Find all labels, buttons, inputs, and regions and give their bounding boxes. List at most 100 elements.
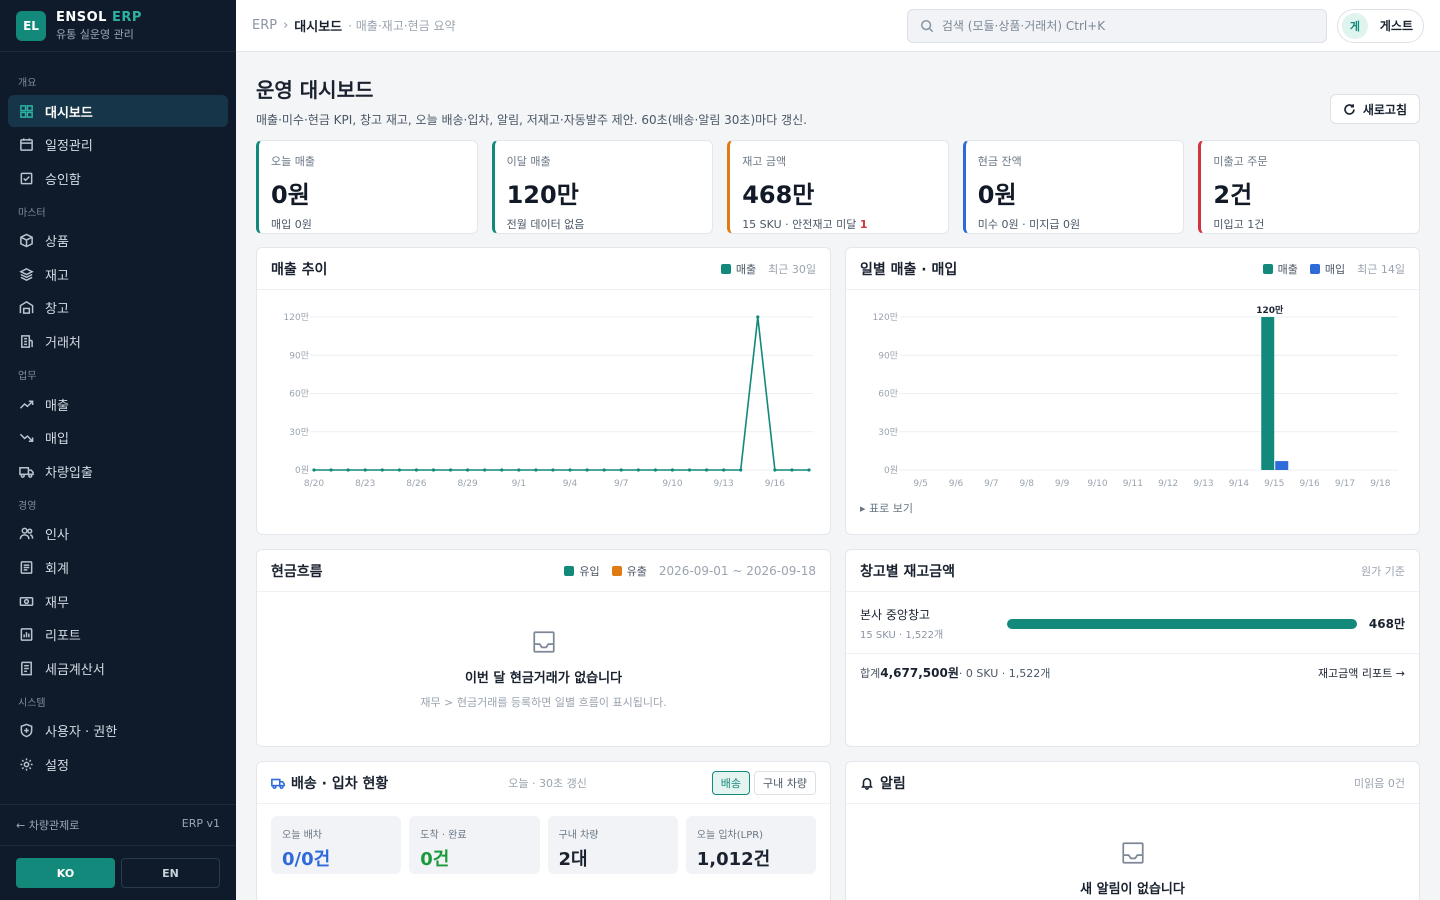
card-title-text: 배송 · 입차 현황 bbox=[291, 775, 389, 792]
sidebar-item-money[interactable]: 재무 bbox=[8, 585, 228, 617]
total-value: 4,677,500원 bbox=[880, 666, 959, 680]
x-tick-label: 9/12 bbox=[1158, 479, 1178, 489]
data-point[interactable] bbox=[704, 468, 709, 472]
bell-icon bbox=[861, 777, 873, 790]
stat-value: 1,012건 bbox=[696, 849, 771, 870]
sidebar-item-report[interactable]: 리포트 bbox=[8, 619, 228, 651]
kpi-footnote: 미수 0원 · 미지급 0원 bbox=[978, 216, 1172, 232]
x-tick-label: 9/15 bbox=[1264, 479, 1284, 489]
sidebar-item-label: 상품 bbox=[45, 235, 69, 251]
data-point[interactable] bbox=[636, 468, 640, 472]
data-point[interactable] bbox=[790, 468, 794, 472]
tab-delivery[interactable]: 배송 bbox=[711, 770, 751, 795]
lang-ko-button[interactable]: KO bbox=[16, 858, 115, 888]
data-point[interactable] bbox=[483, 468, 487, 472]
data-point[interactable] bbox=[670, 468, 675, 472]
data-point[interactable] bbox=[517, 468, 521, 472]
data-point[interactable] bbox=[756, 315, 760, 319]
tab-yard-vehicles[interactable]: 구내 차량 bbox=[754, 770, 816, 795]
x-tick-label: 9/6 bbox=[949, 479, 964, 489]
x-tick-label: 9/11 bbox=[1123, 479, 1143, 489]
invoice-icon bbox=[18, 660, 34, 676]
x-tick-label: 9/4 bbox=[563, 479, 578, 489]
period-label: 최근 14일 bbox=[1357, 262, 1405, 276]
sidebar-nav: 개요 대시보드 일정관리 승인함 마스터 상품 재고 창고 거래처 업무 매출 매입 차량입출 경영 인사 회… bbox=[0, 52, 236, 781]
brand-subtitle: 유통 실운영 관리 bbox=[56, 27, 134, 41]
data-point[interactable] bbox=[602, 468, 606, 472]
stock-report-link[interactable]: 재고금액 리포트 → bbox=[1318, 665, 1405, 681]
data-point[interactable] bbox=[722, 468, 726, 472]
data-point[interactable] bbox=[687, 468, 692, 472]
brand-name-accent: ERP bbox=[112, 9, 142, 25]
sidebar-item-invoice[interactable]: 세금계산서 bbox=[8, 652, 228, 684]
sidebar-item-label: 회계 bbox=[45, 562, 69, 578]
sidebar-item-layers[interactable]: 재고 bbox=[8, 258, 228, 290]
bar-purchase[interactable] bbox=[1275, 461, 1289, 470]
kpi-value: 120만 bbox=[506, 181, 579, 209]
data-point[interactable] bbox=[500, 468, 504, 472]
delivery-tabs: 배송 구내 차량 bbox=[711, 770, 816, 795]
stat-tile: 오늘 배차 0/0건 bbox=[271, 816, 402, 874]
sidebar-item-box[interactable]: 상품 bbox=[8, 225, 228, 257]
lang-en-button[interactable]: EN bbox=[121, 858, 220, 888]
kpi-card[interactable]: 현금 잔액 0원 미수 0원 · 미지급 0원 bbox=[962, 140, 1185, 234]
kpi-footnote-text: 미수 0원 · 미지급 0원 bbox=[977, 218, 1081, 231]
kpi-label: 재고 금액 bbox=[742, 155, 787, 168]
data-point[interactable] bbox=[414, 468, 419, 472]
x-tick-label: 9/10 bbox=[1087, 479, 1107, 489]
legend-item: 매입 bbox=[1309, 261, 1345, 277]
sidebar-item-calendar[interactable]: 일정관리 bbox=[8, 129, 228, 161]
card-title: 알림 bbox=[860, 773, 906, 793]
data-point[interactable] bbox=[363, 468, 367, 472]
stat-label: 구내 차량 bbox=[558, 830, 599, 841]
y-tick-label: 30만 bbox=[878, 427, 898, 438]
data-point[interactable] bbox=[534, 468, 538, 472]
nav-section-label: 시스템 bbox=[18, 697, 46, 709]
kpi-card[interactable]: 이달 매출 120만 전월 데이터 없음 bbox=[491, 140, 714, 234]
kpi-footnote-text: 미입고 1건 bbox=[1213, 218, 1265, 231]
sidebar-footer: ← 차량관제로 ERP v1 KO EN bbox=[0, 804, 236, 900]
sidebar-item-building[interactable]: 거래처 bbox=[8, 326, 228, 358]
refresh-button[interactable]: 새로고침 bbox=[1329, 94, 1420, 124]
data-point[interactable] bbox=[619, 468, 623, 472]
sidebar-item-truck[interactable]: 차량입출 bbox=[8, 455, 228, 487]
kpi-card[interactable]: 재고 금액 468만 15 SKU · 안전재고 미달 1 bbox=[727, 140, 949, 234]
warehouse-total: 합계 4,677,500원 · 0 SKU · 1,522개 재고금액 리포트 … bbox=[846, 654, 1419, 691]
breadcrumb-root[interactable]: ERP bbox=[252, 18, 277, 33]
data-point[interactable] bbox=[448, 468, 453, 472]
show-table-toggle[interactable]: ▸ 표로 보기 bbox=[846, 500, 1419, 516]
data-point[interactable] bbox=[312, 468, 316, 472]
sidebar-item-trend-down[interactable]: 매입 bbox=[8, 422, 228, 454]
sidebar-item-users[interactable]: 인사 bbox=[8, 518, 228, 550]
kpi-card[interactable]: 오늘 매출 0원 매입 0원 bbox=[256, 140, 478, 234]
data-point[interactable] bbox=[653, 468, 657, 472]
data-point[interactable] bbox=[568, 468, 572, 472]
kpi-footnote: 매입 0원 bbox=[271, 216, 465, 232]
sidebar-item-ledger[interactable]: 회계 bbox=[8, 552, 228, 584]
kpi-card[interactable]: 미출고 주문 2건 미입고 1건 bbox=[1198, 140, 1420, 234]
search-input[interactable]: 검색 (모듈·상품·거래처) Ctrl+K bbox=[906, 8, 1327, 43]
data-point[interactable] bbox=[397, 468, 401, 472]
data-point[interactable] bbox=[773, 468, 777, 472]
data-point[interactable] bbox=[346, 468, 350, 472]
sidebar-item-gear[interactable]: 설정 bbox=[8, 749, 228, 781]
back-to-fleet-link[interactable]: ← 차량관제로 bbox=[16, 817, 79, 833]
data-point[interactable] bbox=[739, 468, 743, 472]
data-point[interactable] bbox=[807, 468, 811, 472]
data-point[interactable] bbox=[551, 468, 555, 472]
sidebar-item-warehouse[interactable]: 창고 bbox=[8, 292, 228, 324]
sidebar-item-trend-up[interactable]: 매출 bbox=[8, 388, 228, 420]
data-point[interactable] bbox=[585, 468, 589, 472]
nav-section-label: 경영 bbox=[18, 500, 37, 512]
warehouse-row[interactable]: 본사 중앙창고 15 SKU · 1,522개 468만 bbox=[846, 592, 1419, 654]
data-point[interactable] bbox=[431, 468, 436, 472]
data-point[interactable] bbox=[329, 468, 333, 472]
brand[interactable]: EL ENSOL ERP 유통 실운영 관리 bbox=[0, 0, 236, 52]
data-point[interactable] bbox=[380, 468, 384, 472]
bar-sales[interactable] bbox=[1261, 317, 1275, 470]
user-menu[interactable]: 게 게스트 bbox=[1336, 8, 1424, 43]
data-point[interactable] bbox=[466, 468, 470, 472]
sidebar-item-approval[interactable]: 승인함 bbox=[8, 162, 228, 194]
sidebar-item-dashboard[interactable]: 대시보드 bbox=[8, 95, 228, 127]
sidebar-item-shield[interactable]: 사용자 · 권한 bbox=[8, 715, 228, 747]
